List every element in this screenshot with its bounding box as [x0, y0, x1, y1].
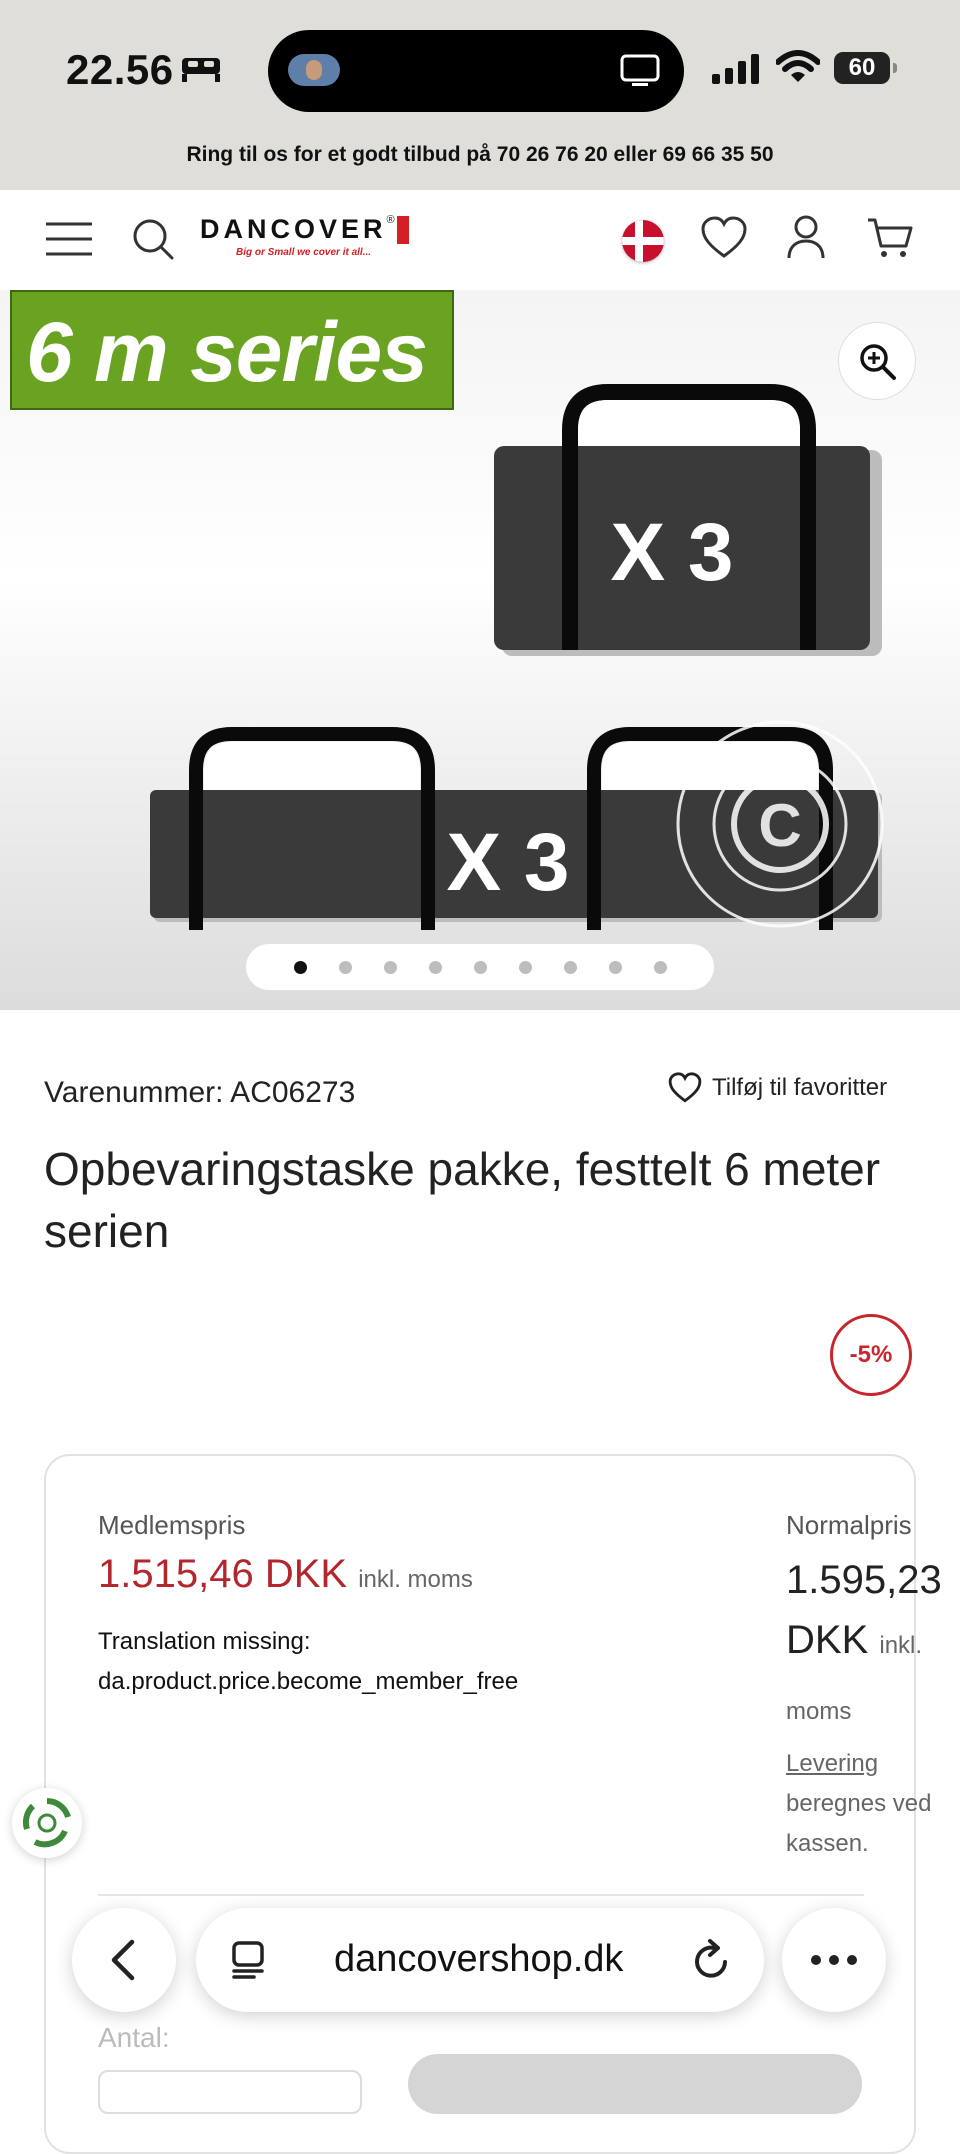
- heart-outline-icon: [668, 1072, 702, 1103]
- search-icon[interactable]: [132, 218, 174, 260]
- status-bar: 22.56 60: [0, 0, 960, 140]
- member-price: 1.515,46 DKK inkl. moms: [98, 1552, 473, 1597]
- member-price-label: Medlemspris: [98, 1510, 246, 1540]
- more-icon: [811, 1955, 857, 1965]
- carousel-dot[interactable]: [383, 960, 397, 974]
- url-text: dancovershop.dk: [334, 1938, 624, 1980]
- carousel-dot[interactable]: [608, 960, 622, 974]
- product-title: Opbevaringstaske pakke, festtelt 6 meter…: [44, 1143, 881, 1257]
- discount-badge: -5%: [830, 1314, 912, 1396]
- carousel-dot[interactable]: [293, 960, 307, 974]
- product-sku: Varenummer: AC06273: [44, 1076, 356, 1109]
- user-icon[interactable]: [786, 214, 826, 260]
- member-note: Translation missing: da.product.price.be…: [98, 1628, 519, 1695]
- carousel-dot[interactable]: [653, 960, 667, 974]
- browser-more-button[interactable]: [782, 1908, 886, 2012]
- screen-mirror-icon: [620, 54, 660, 86]
- site-header: DANCOVER® Big or Small we cover it all..…: [0, 190, 960, 290]
- battery-icon: 60: [834, 52, 897, 84]
- carousel-dot[interactable]: [428, 960, 442, 974]
- normal-price: 1.595,23 DKK inkl. moms: [786, 1550, 946, 1742]
- delivery-link[interactable]: Levering: [786, 1750, 878, 1777]
- carousel-dot[interactable]: [563, 960, 577, 974]
- member-price-vat: inkl. moms: [358, 1566, 473, 1593]
- logo-com-tag: [396, 216, 409, 244]
- carousel-dots[interactable]: [246, 944, 714, 990]
- quantity-label: Antal:: [98, 2022, 170, 2053]
- delivery-info: Levering beregnes ved kassen.: [786, 1744, 936, 1864]
- browser-back-button[interactable]: [72, 1908, 176, 2012]
- status-time: 22.56: [66, 46, 174, 93]
- eco-badge[interactable]: [12, 1788, 82, 1858]
- camera-icon: [288, 54, 340, 86]
- carousel-dot[interactable]: [473, 960, 487, 974]
- add-to-cart-button[interactable]: [408, 2054, 862, 2114]
- svg-text:C: C: [758, 792, 801, 859]
- add-to-favorites-label: Tilføj til favoritter: [712, 1074, 888, 1101]
- logo-registered: ®: [386, 214, 395, 226]
- delivery-text: beregnes ved kassen.: [786, 1790, 932, 1857]
- chevron-left-icon: [111, 1939, 135, 1981]
- carousel-dot[interactable]: [338, 960, 352, 974]
- promo-bar: Ring til os for et godt tilbud på 70 26 …: [0, 140, 960, 190]
- member-price-value: 1.515,46 DKK: [98, 1552, 348, 1596]
- recycle-icon: [22, 1798, 71, 1848]
- wifi-icon: [776, 50, 820, 82]
- tab-overview-icon[interactable]: [230, 1940, 268, 1980]
- cart-icon[interactable]: [866, 216, 914, 260]
- logo-tagline: Big or Small we cover it all...: [236, 247, 372, 258]
- product-image-gallery[interactable]: 6 m series X 3 X 3 C: [0, 290, 960, 1010]
- menu-icon[interactable]: [44, 220, 94, 258]
- quantity-stepper[interactable]: [98, 2070, 362, 2114]
- bag-count-label-top: X 3: [610, 507, 733, 598]
- normal-price-label: Normalpris: [786, 1510, 912, 1540]
- bed-icon: [182, 58, 220, 82]
- heart-icon[interactable]: [700, 216, 748, 260]
- address-bar[interactable]: dancovershop.dk: [196, 1908, 764, 2012]
- storage-bags-illustration: X 3 X 3 C: [150, 384, 884, 930]
- add-to-favorites-button[interactable]: Tilføj til favoritter: [668, 1072, 887, 1104]
- signal-icon: [712, 54, 759, 84]
- reload-icon[interactable]: [692, 1938, 732, 1982]
- logo-wordmark: DANCOVER: [200, 214, 387, 244]
- denmark-flag-icon[interactable]: [622, 220, 664, 262]
- dynamic-island: [268, 30, 684, 112]
- bag-count-label-bottom: X 3: [446, 817, 569, 908]
- dancover-logo[interactable]: DANCOVER® Big or Small we cover it all..…: [200, 214, 409, 258]
- price-divider: [98, 1894, 864, 1896]
- carousel-dot[interactable]: [518, 960, 532, 974]
